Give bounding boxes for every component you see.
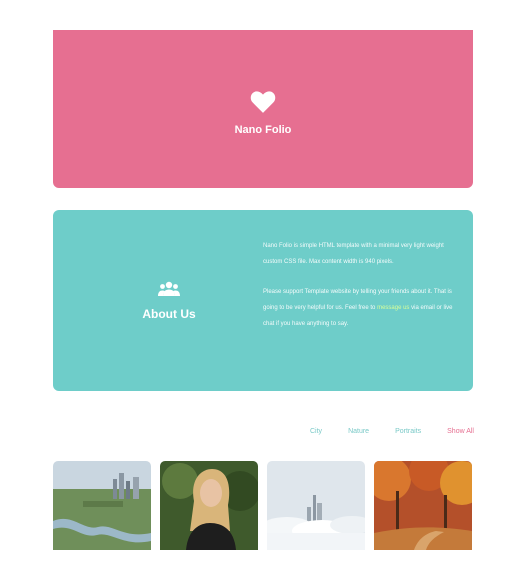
site-title: Nano Folio bbox=[234, 124, 292, 136]
portrait-image bbox=[160, 461, 258, 550]
heart-icon bbox=[250, 91, 276, 113]
image-gallery bbox=[53, 461, 473, 550]
gallery-item-autumn[interactable] bbox=[374, 461, 472, 550]
gallery-item-city-river[interactable] bbox=[53, 461, 151, 550]
about-section: About Us Nano Folio is simple HTML templ… bbox=[53, 210, 473, 391]
hero-banner: Nano Folio bbox=[53, 30, 473, 188]
users-group-icon bbox=[158, 281, 180, 296]
gallery-item-city-clouds[interactable] bbox=[267, 461, 365, 550]
gallery-filters: City Nature Portraits Show All bbox=[284, 428, 474, 435]
about-paragraph-1: Nano Folio is simple HTML template with … bbox=[263, 243, 444, 265]
autumn-forest-image bbox=[374, 461, 472, 550]
about-heading: About Us bbox=[142, 306, 196, 321]
filter-portraits[interactable]: Portraits bbox=[395, 428, 421, 435]
filter-nature[interactable]: Nature bbox=[348, 428, 369, 435]
about-paragraph-2: Please support Template website by telli… bbox=[263, 284, 453, 332]
about-heading-block: About Us bbox=[53, 210, 285, 391]
city-river-image bbox=[53, 461, 151, 550]
gallery-item-portrait[interactable] bbox=[160, 461, 258, 550]
filter-city[interactable]: City bbox=[310, 428, 322, 435]
message-us-link[interactable]: message us bbox=[377, 305, 409, 311]
filter-show-all[interactable]: Show All bbox=[447, 428, 474, 435]
city-clouds-image bbox=[267, 461, 365, 550]
about-text: Nano Folio is simple HTML template with … bbox=[263, 238, 453, 346]
